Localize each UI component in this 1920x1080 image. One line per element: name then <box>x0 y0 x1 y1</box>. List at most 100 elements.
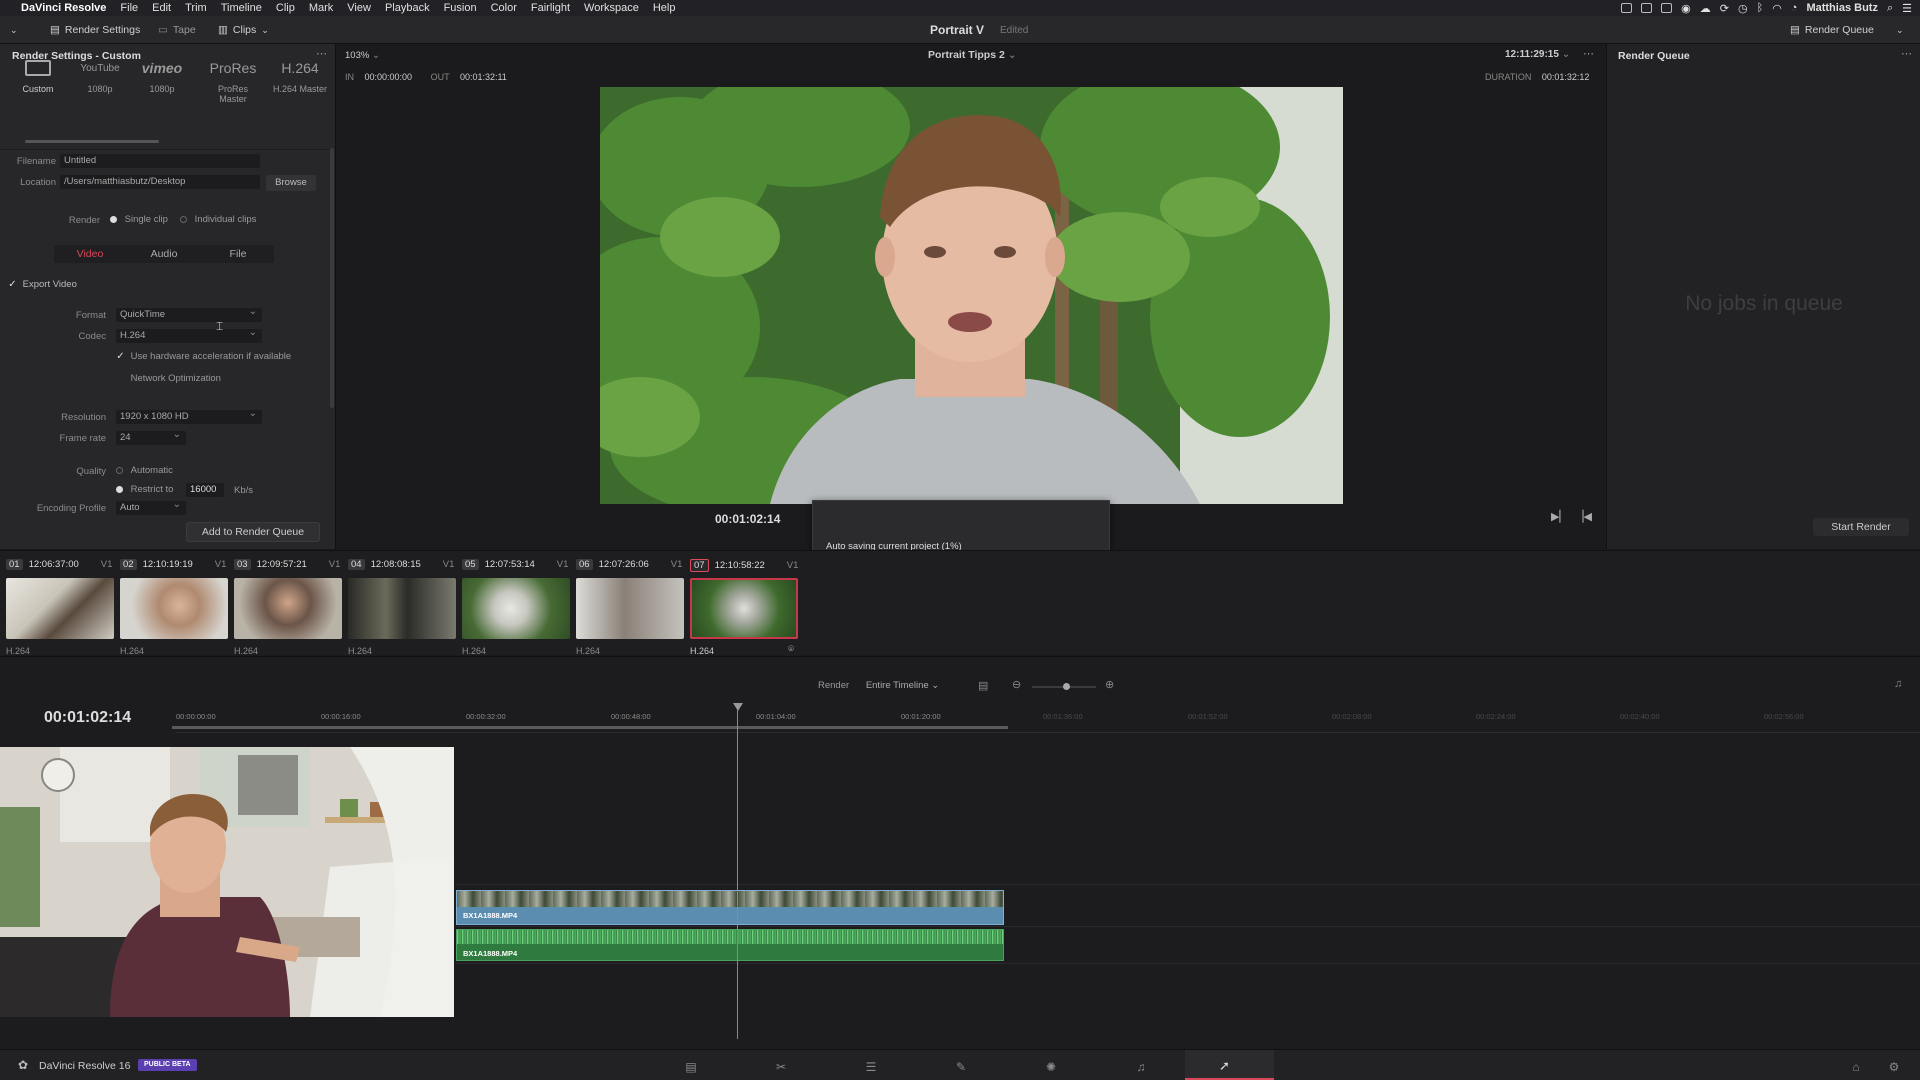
clip-thumbnail-02[interactable] <box>120 578 228 639</box>
zoom-in-icon[interactable]: ⊕ <box>1105 678 1114 691</box>
prev-frame-icon[interactable]: ▕◀ <box>1575 510 1592 523</box>
menu-file[interactable]: File <box>113 2 145 14</box>
framerate-dropdown[interactable]: 24 <box>116 431 186 445</box>
settings-scrollbar[interactable] <box>330 148 334 408</box>
clip-thumbnail-06[interactable] <box>576 578 684 639</box>
tape-toggle[interactable]: ▭ Tape <box>158 22 196 38</box>
cc-icon[interactable]: ◉ <box>1681 2 1691 15</box>
encoding-dropdown[interactable]: Auto <box>116 501 186 515</box>
format-dropdown[interactable]: QuickTime <box>116 308 262 322</box>
more-options-icon[interactable]: ⋯ <box>1583 47 1594 60</box>
tab-file[interactable]: File <box>202 246 274 262</box>
zoom-slider-handle[interactable] <box>1063 683 1070 690</box>
browse-button[interactable]: Browse <box>266 175 316 191</box>
location-field[interactable]: /Users/matthiasbutz/Desktop <box>60 175 260 189</box>
clip-thumbnail-03[interactable] <box>234 578 342 639</box>
playhead-handle[interactable] <box>733 703 743 711</box>
timeline-view-options-icon[interactable]: ▤ <box>978 679 988 692</box>
menu-color[interactable]: Color <box>484 2 524 14</box>
search-icon[interactable]: ⌕ <box>1887 2 1893 15</box>
render-range-dropdown[interactable]: Entire Timeline ⌄ <box>866 680 939 691</box>
color-page-icon[interactable]: ✺ <box>1041 1060 1061 1074</box>
audio-clip[interactable]: BX1A1888.MP4 <box>456 929 1004 961</box>
preset-h264[interactable]: H.264 H.264 Master <box>270 56 330 94</box>
menu-app-name[interactable]: DaVinci Resolve <box>14 2 113 14</box>
menu-clip[interactable]: Clip <box>269 2 302 14</box>
menu-timeline[interactable]: Timeline <box>214 2 269 14</box>
viewer-timecode-dropdown[interactable]: 12:11:29:15 ⌄ <box>1505 49 1570 60</box>
wifi-icon[interactable]: ◠ <box>1772 2 1782 15</box>
single-clip-option[interactable]: Single clip <box>110 214 168 225</box>
resolution-dropdown[interactable]: 1920 x 1080 HD <box>116 410 262 424</box>
playhead-line[interactable] <box>737 709 738 1039</box>
preset-prores[interactable]: ProRes ProRes Master <box>203 56 263 104</box>
render-queue-toggle[interactable]: ▤ Render Queue <box>1790 22 1874 38</box>
clock-icon[interactable]: ◔ <box>1791 2 1798 14</box>
timeline-name-dropdown[interactable]: Portrait Tipps 2 ⌄ <box>928 49 1017 61</box>
next-frame-icon[interactable]: ▶▏ <box>1551 510 1568 523</box>
menu-edit[interactable]: Edit <box>145 2 178 14</box>
clips-toggle[interactable]: ▥ Clips ⌄ <box>218 22 269 38</box>
start-render-button[interactable]: Start Render <box>1813 518 1909 536</box>
tab-video[interactable]: Video <box>54 246 126 262</box>
fusion-page-icon[interactable]: ✎ <box>951 1060 971 1074</box>
add-to-render-queue-button[interactable]: Add to Render Queue <box>186 522 320 542</box>
filename-field[interactable]: Untitled <box>60 154 260 168</box>
workspace-toggle[interactable]: ⌄ <box>10 22 18 38</box>
export-video-checkbox[interactable]: ✓ Export Video <box>8 279 77 290</box>
presets-scrollbar[interactable] <box>25 140 159 143</box>
quality-automatic-option[interactable]: Automatic <box>116 465 173 476</box>
status-icon[interactable] <box>1621 3 1633 13</box>
menu-help[interactable]: Help <box>646 2 683 14</box>
clip-thumbnail-05[interactable] <box>462 578 570 639</box>
viewer-video-frame[interactable] <box>600 87 1343 504</box>
quality-label: Quality <box>76 466 106 477</box>
chevron-down-icon[interactable]: ⌄ <box>1896 22 1904 38</box>
individual-clips-option[interactable]: Individual clips <box>180 214 256 225</box>
audio-meter-icon[interactable]: ♫ <box>1894 678 1902 690</box>
network-opt-checkbox[interactable]: Network Optimization <box>116 372 221 384</box>
video-clip[interactable]: BX1A1888.MP4 <box>456 890 1004 925</box>
render-settings-toggle[interactable]: ▤ Render Settings <box>50 22 140 38</box>
fairlight-page-icon[interactable]: ♫ <box>1131 1060 1151 1074</box>
quality-restrict-option[interactable]: Restrict to <box>116 484 173 495</box>
zoom-dropdown[interactable]: 103% ⌄ <box>345 50 380 61</box>
menu-view[interactable]: View <box>340 2 378 14</box>
more-options-icon[interactable]: ⋯ <box>1901 47 1912 60</box>
codec-dropdown[interactable]: H.264 <box>116 329 262 343</box>
bluetooth-icon[interactable]: ᛒ <box>1757 2 1764 14</box>
edit-page-icon[interactable]: ☰ <box>861 1060 881 1074</box>
tab-audio[interactable]: Audio <box>128 246 200 262</box>
menu-fairlight[interactable]: Fairlight <box>524 2 577 14</box>
menu-fusion[interactable]: Fusion <box>437 2 484 14</box>
preset-youtube[interactable]: YouTube 1080p <box>70 56 130 95</box>
menu-playback[interactable]: Playback <box>378 2 437 14</box>
sync-icon[interactable]: ⟳ <box>1720 2 1729 15</box>
preset-vimeo[interactable]: vimeo 1080p <box>132 56 192 94</box>
menubar-user[interactable]: Matthias Butz <box>1806 2 1878 14</box>
preset-custom[interactable]: Custom <box>8 56 68 94</box>
cut-page-icon[interactable]: ✂ <box>771 1060 791 1074</box>
menu-list-icon[interactable]: ☰ <box>1902 2 1912 15</box>
timemachine-icon[interactable]: ◷ <box>1738 2 1748 15</box>
render-range-bar[interactable] <box>172 726 1008 729</box>
home-icon[interactable]: ⌂ <box>1846 1060 1866 1074</box>
dropbox-icon[interactable] <box>1661 3 1673 13</box>
zoom-out-icon[interactable]: ⊖ <box>1012 678 1021 691</box>
clip-thumbnail-01[interactable] <box>6 578 114 639</box>
menu-mark[interactable]: Mark <box>302 2 340 14</box>
screen-icon[interactable] <box>1641 3 1653 13</box>
menu-trim[interactable]: Trim <box>178 2 214 14</box>
resolve-logo-icon: ✿ <box>18 1058 29 1072</box>
bitrate-field[interactable]: 16000 <box>186 483 224 497</box>
cloud-icon[interactable]: ☁ <box>1700 2 1711 15</box>
hw-accel-checkbox[interactable]: ✓ Use hardware acceleration if available <box>116 351 291 362</box>
clip-thumbnail-04[interactable] <box>348 578 456 639</box>
ruler-label: 00:01:20:00 <box>901 712 941 721</box>
media-page-icon[interactable]: ▤ <box>681 1060 701 1074</box>
clip-link-icon[interactable]: ⌾ <box>788 644 794 655</box>
menu-workspace[interactable]: Workspace <box>577 2 646 14</box>
clip-thumbnail-07[interactable] <box>690 578 798 639</box>
deliver-page-tab[interactable]: ➚ <box>1185 1050 1274 1080</box>
gear-icon[interactable]: ⚙ <box>1884 1060 1904 1074</box>
